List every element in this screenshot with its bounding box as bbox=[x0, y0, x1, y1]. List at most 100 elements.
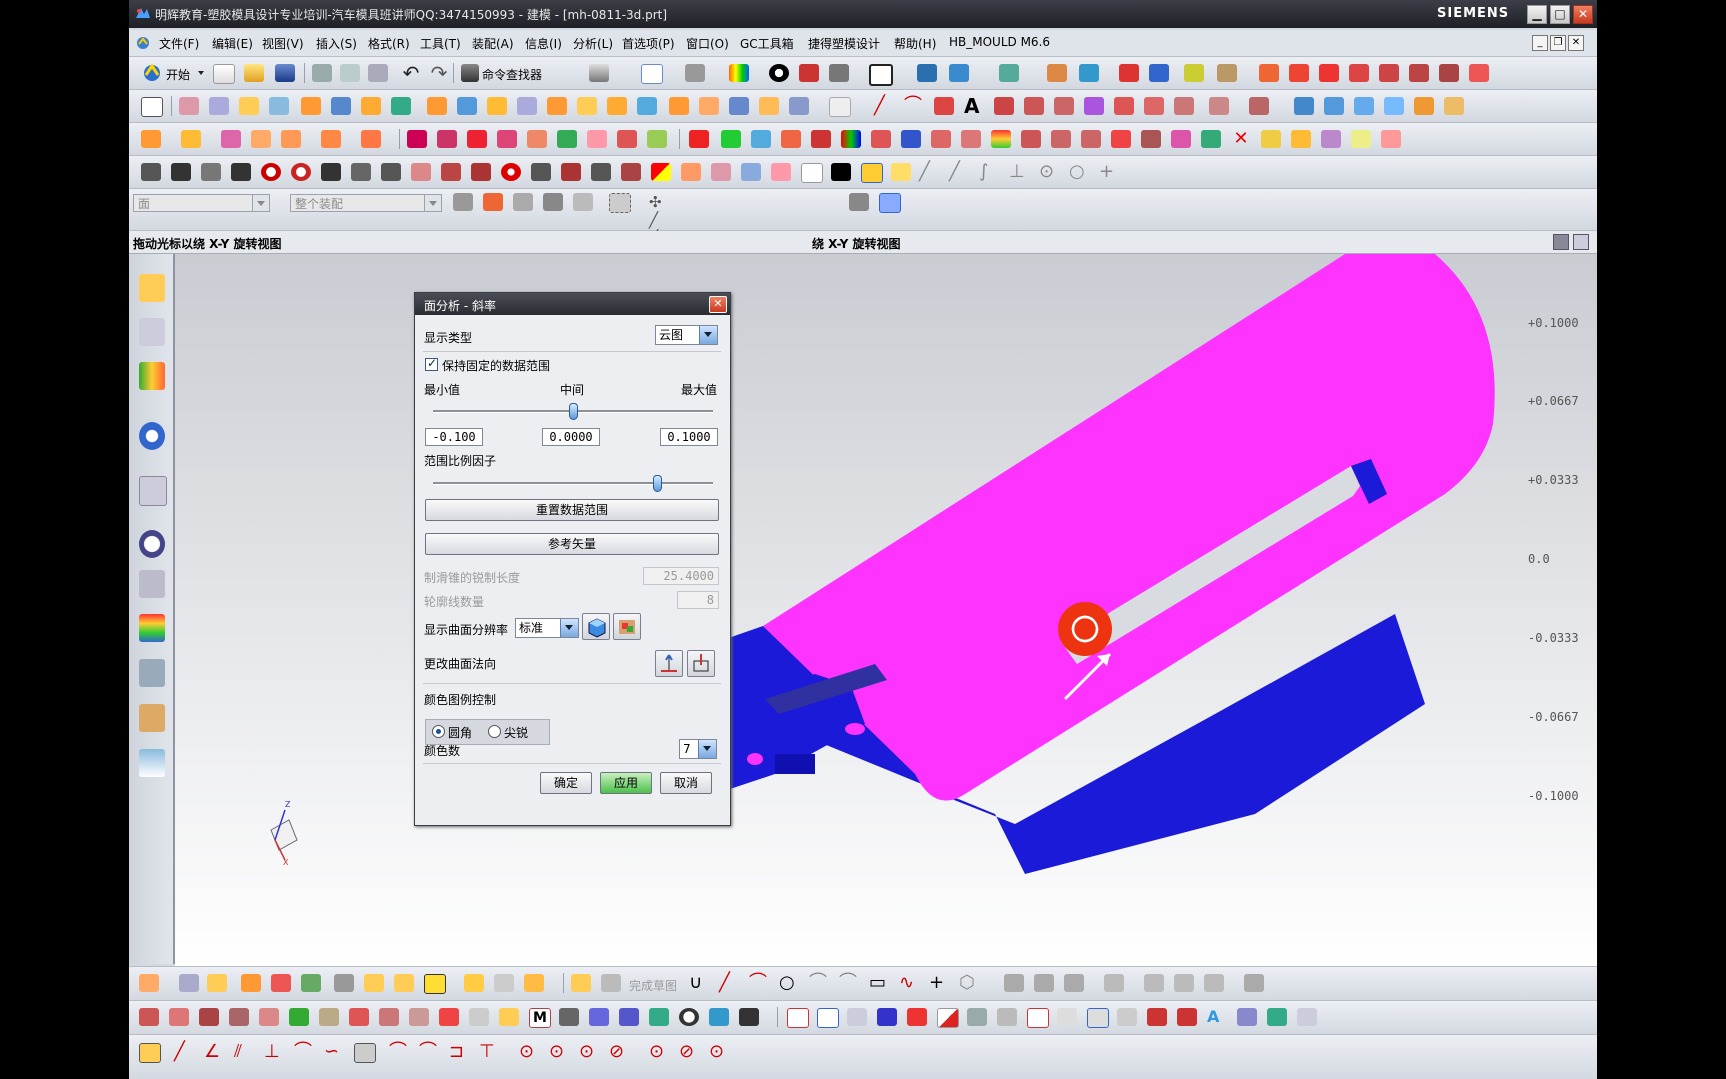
check-region-icon[interactable] bbox=[1051, 130, 1071, 148]
keep-fixed-range-checkbox[interactable] bbox=[425, 356, 438, 371]
parting-icon[interactable] bbox=[437, 130, 457, 148]
through-curves-icon[interactable] bbox=[1114, 97, 1134, 115]
pocket-mold-icon[interactable] bbox=[781, 130, 801, 148]
locating-ring-icon[interactable] bbox=[261, 163, 281, 181]
menu-insert[interactable]: 插入(S) bbox=[316, 35, 357, 52]
split-body-icon[interactable] bbox=[577, 97, 597, 115]
assembly-constraints-icon[interactable] bbox=[301, 974, 321, 992]
quick-trim-icon[interactable] bbox=[1004, 974, 1024, 992]
studio-surface-icon[interactable] bbox=[1294, 97, 1314, 115]
tangent-gray-icon[interactable]: ⊥ bbox=[1009, 163, 1029, 181]
black-swatch-icon[interactable] bbox=[831, 163, 851, 181]
part-navigator-icon[interactable] bbox=[589, 64, 609, 82]
apply-button[interactable]: 应用 bbox=[600, 772, 652, 794]
hatch-icon[interactable] bbox=[1237, 1008, 1257, 1026]
sew-icon[interactable] bbox=[699, 97, 719, 115]
cut-icon-2[interactable] bbox=[1081, 130, 1101, 148]
hole-icon[interactable] bbox=[239, 97, 259, 115]
copy-icon[interactable] bbox=[340, 64, 360, 82]
guide-pin-icon[interactable] bbox=[321, 163, 341, 181]
draft-icon[interactable] bbox=[517, 97, 537, 115]
measure-angle-icon[interactable] bbox=[1217, 64, 1237, 82]
frame-blue-icon[interactable] bbox=[817, 1008, 839, 1028]
menu-view[interactable]: 视图(V) bbox=[262, 35, 304, 52]
shell-icon[interactable] bbox=[487, 97, 507, 115]
reference-vector-button[interactable]: 参考矢量 bbox=[425, 533, 719, 555]
annotation-icon[interactable] bbox=[319, 1008, 339, 1026]
add-component-icon[interactable] bbox=[179, 974, 199, 992]
sketch-settings-icon[interactable] bbox=[1244, 974, 1264, 992]
edge-blend-icon[interactable] bbox=[427, 97, 447, 115]
process-studio-icon[interactable] bbox=[139, 614, 165, 642]
arc-icon[interactable]: ⌒ bbox=[904, 97, 924, 115]
binoculars-icon[interactable] bbox=[461, 64, 479, 82]
parallel-line-icon[interactable]: ⫽ bbox=[234, 1043, 254, 1061]
unite-icon[interactable] bbox=[607, 97, 627, 115]
pocket-icon[interactable] bbox=[331, 97, 351, 115]
support-pillar-icon[interactable] bbox=[531, 163, 551, 181]
reset-range-button[interactable]: 重置数据范围 bbox=[425, 499, 719, 521]
bar-red-2-icon[interactable] bbox=[1177, 1008, 1197, 1026]
paste-icon[interactable] bbox=[368, 64, 388, 82]
start-icon[interactable] bbox=[141, 62, 163, 84]
standard-part-icon[interactable] bbox=[497, 130, 517, 148]
intersect-curve-icon[interactable] bbox=[1469, 64, 1489, 82]
runner-icon[interactable] bbox=[647, 130, 667, 148]
curve-tool-icon[interactable] bbox=[1259, 64, 1279, 82]
cancel-button[interactable]: 取消 bbox=[660, 772, 712, 794]
cue-restore-icon[interactable] bbox=[1573, 234, 1589, 250]
undo-icon[interactable]: ↶ bbox=[401, 63, 421, 83]
offset-sketch-icon[interactable] bbox=[1104, 974, 1124, 992]
line-icon[interactable]: ╱ bbox=[874, 97, 894, 115]
bridge-curve-icon[interactable] bbox=[1379, 64, 1399, 82]
open-folder-icon[interactable] bbox=[244, 64, 264, 82]
menu-format[interactable]: 格式(R) bbox=[368, 35, 410, 52]
ruled-icon[interactable] bbox=[1084, 97, 1104, 115]
table-icon[interactable] bbox=[499, 1008, 519, 1026]
sharp-radio[interactable] bbox=[488, 725, 501, 738]
curve-gray-icon[interactable]: ∫ bbox=[979, 163, 999, 181]
extension-icon[interactable] bbox=[1249, 97, 1269, 115]
pad-icon[interactable] bbox=[301, 97, 321, 115]
section-view-icon[interactable] bbox=[229, 1008, 249, 1026]
window-icon[interactable] bbox=[649, 1008, 669, 1026]
delete-icon[interactable]: ✕ bbox=[1231, 130, 1251, 148]
sprue-bushing-icon[interactable] bbox=[291, 163, 311, 181]
draw-line-icon[interactable]: ╱ bbox=[174, 1043, 194, 1061]
shading-icon[interactable] bbox=[769, 64, 789, 82]
menu-hb-mould[interactable]: HB_MOULD M6.6 bbox=[949, 35, 1050, 49]
revolve-icon[interactable] bbox=[209, 97, 229, 115]
doc-restore-button[interactable]: ❐ bbox=[1550, 35, 1566, 51]
edge-display-icon[interactable] bbox=[741, 163, 761, 181]
projected-view-icon[interactable] bbox=[199, 1008, 219, 1026]
i-form-icon[interactable] bbox=[1384, 97, 1404, 115]
menu-mold-design[interactable]: 捷得塑模设计 bbox=[808, 35, 880, 52]
graphics-window[interactable]: +0.1000 +0.0667 +0.0333 0.0 -0.0333 -0.0… bbox=[175, 254, 1597, 966]
clearance-icon[interactable] bbox=[464, 974, 484, 992]
sketch-tool-icon[interactable] bbox=[571, 974, 591, 992]
arc-tangent-icon[interactable]: ⊐ bbox=[449, 1043, 469, 1061]
range-scale-slider-thumb[interactable] bbox=[653, 475, 662, 492]
mirror-sketch-icon[interactable] bbox=[1144, 974, 1164, 992]
oval-icon[interactable] bbox=[847, 1008, 867, 1026]
interlock-icon[interactable] bbox=[621, 163, 641, 181]
split-square-icon[interactable] bbox=[937, 1008, 959, 1028]
finish-sketch-icon[interactable] bbox=[601, 974, 621, 992]
stop-button-icon[interactable] bbox=[501, 163, 521, 181]
menu-file[interactable]: 文件(F) bbox=[159, 35, 199, 52]
layout-icon[interactable] bbox=[321, 130, 341, 148]
assembly-drawing-icon[interactable] bbox=[841, 130, 861, 148]
divide-icon[interactable] bbox=[1111, 130, 1131, 148]
grid-icon[interactable] bbox=[589, 1008, 609, 1026]
shaded-cube-icon[interactable] bbox=[829, 64, 849, 82]
finish-sketch-label[interactable]: 完成草图 bbox=[629, 977, 677, 994]
ejector-pin-icon[interactable] bbox=[411, 163, 431, 181]
quick-extend-icon[interactable] bbox=[1034, 974, 1054, 992]
move-object-icon[interactable] bbox=[1079, 64, 1099, 82]
layer-list-icon[interactable] bbox=[1297, 1008, 1317, 1026]
enlarge-icon[interactable] bbox=[1444, 97, 1464, 115]
pattern-component-icon[interactable] bbox=[524, 974, 544, 992]
roles-icon[interactable] bbox=[139, 704, 165, 732]
offset-face-icon[interactable] bbox=[759, 97, 779, 115]
surface-finish-icon[interactable] bbox=[469, 1008, 489, 1026]
